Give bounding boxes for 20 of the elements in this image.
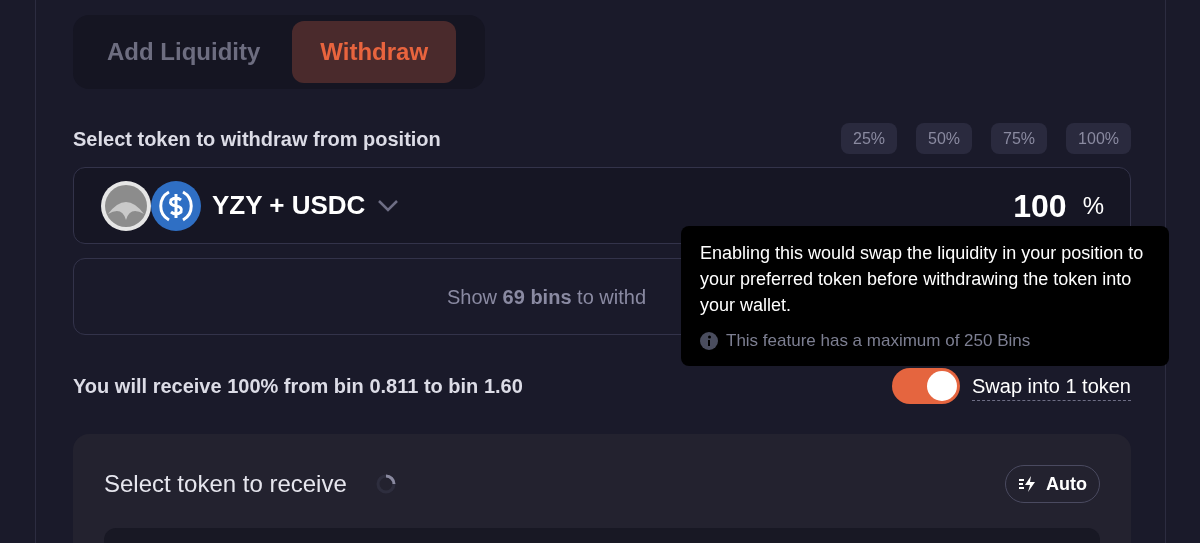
lightning-icon: [1018, 475, 1038, 493]
info-icon: [700, 331, 718, 350]
swap-toggle-label: Swap into 1 token: [972, 371, 1131, 401]
token-logo-icon: [100, 179, 152, 232]
amount-value: 100: [1013, 186, 1067, 226]
token-pair-label: YZY + USDC: [212, 189, 366, 222]
usdc-coin-icon: [150, 179, 202, 232]
card-title: Select token to receive: [104, 469, 347, 499]
percent-chip[interactable]: 75%: [991, 123, 1048, 154]
tab[interactable]: Withdraw: [292, 21, 457, 83]
percent-chip[interactable]: 100%: [1066, 123, 1131, 154]
percent-unit: %: [1082, 190, 1104, 221]
percent-chip[interactable]: 50%: [916, 123, 973, 154]
section-label: Select token to withdraw from position: [73, 126, 441, 152]
receive-summary: You will receive 100% from bin 0.811 to bin 1.60: [73, 374, 523, 399]
chevron-down-icon: [377, 198, 400, 213]
token-select-field[interactable]: YZY + USDC 100 %: [73, 167, 1131, 244]
tab[interactable]: Add Liquidity: [79, 21, 289, 83]
swap-toggle[interactable]: [892, 368, 960, 404]
percent-chip[interactable]: 25%: [841, 123, 897, 154]
